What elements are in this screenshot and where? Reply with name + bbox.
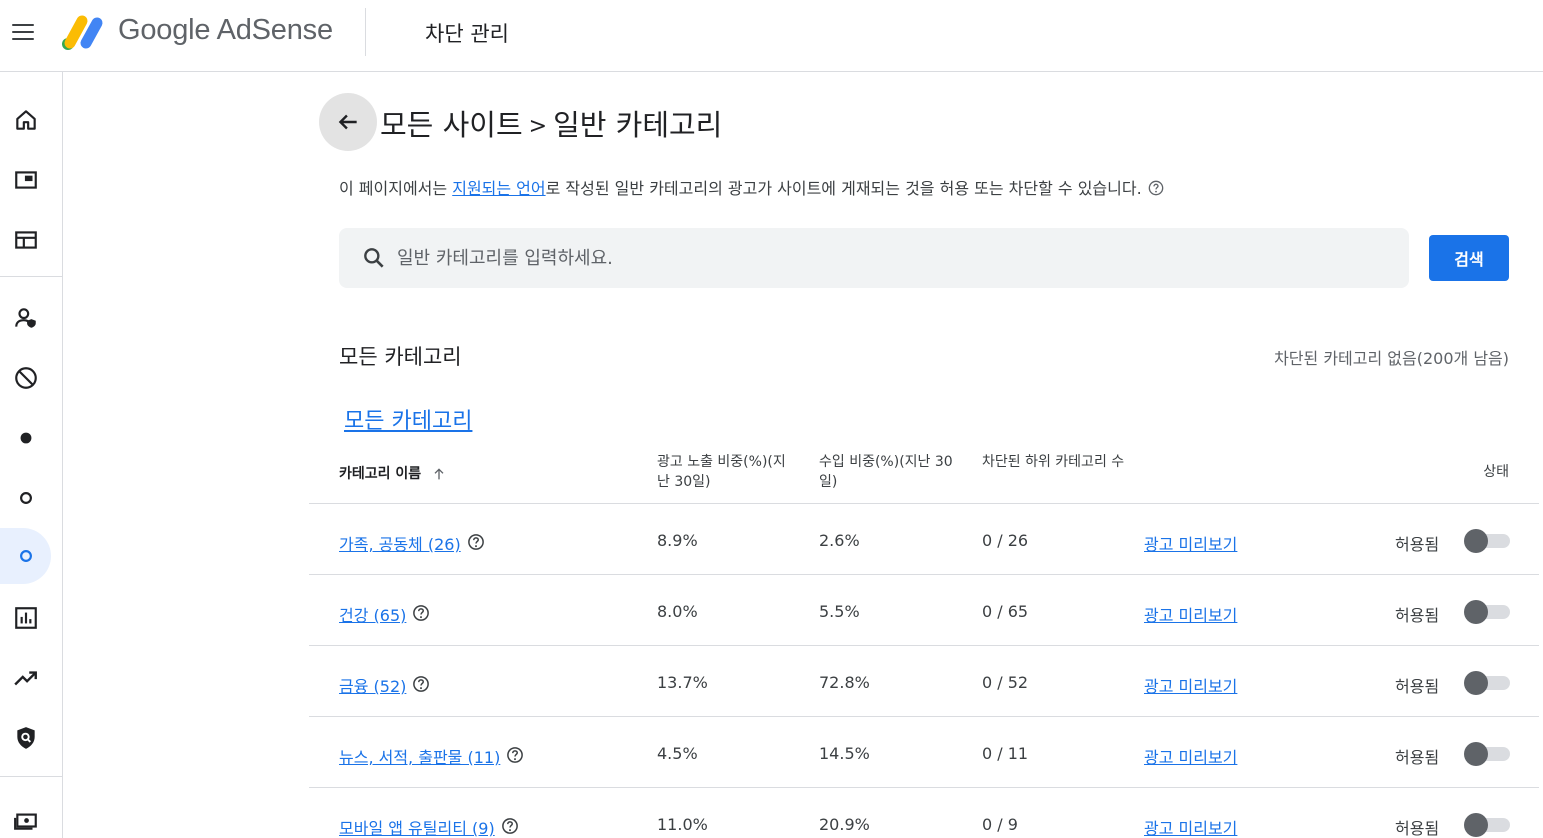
column-header-revenue: 수입 비중(%)(지난 30일) bbox=[819, 454, 953, 490]
all-categories-link[interactable]: 모든 카테고리 bbox=[344, 403, 472, 435]
category-name-link[interactable]: 모바일 앱 유틸리티 (9) bbox=[339, 815, 495, 838]
description-text: 이 페이지에서는 bbox=[339, 179, 453, 198]
status-label: 허용됨 bbox=[1395, 677, 1440, 696]
column-header-name[interactable]: 카테고리 이름 bbox=[339, 464, 447, 484]
column-header-name-label: 카테고리 이름 bbox=[339, 466, 422, 482]
revenue-share: 14.5% bbox=[819, 744, 870, 763]
dot-filled-icon[interactable] bbox=[0, 410, 51, 466]
category-search-input[interactable] bbox=[397, 238, 1387, 278]
blocked-subcategories: 0 / 26 bbox=[982, 531, 1029, 550]
sites-icon[interactable] bbox=[0, 212, 51, 268]
sidebar bbox=[0, 72, 63, 838]
impression-share: 8.0% bbox=[657, 602, 698, 621]
status-label: 허용됨 bbox=[1395, 748, 1440, 767]
help-icon[interactable] bbox=[506, 746, 524, 764]
revenue-share: 20.9% bbox=[819, 815, 870, 834]
category-name-link[interactable]: 금융 (52) bbox=[339, 673, 406, 697]
home-icon[interactable] bbox=[0, 92, 51, 148]
top-divider bbox=[365, 8, 366, 56]
ad-preview-link[interactable]: 광고 미리보기 bbox=[1144, 602, 1237, 626]
help-icon[interactable] bbox=[501, 817, 519, 835]
breadcrumb-root[interactable]: 모든 사이트 bbox=[380, 108, 523, 142]
ad-preview-link[interactable]: 광고 미리보기 bbox=[1144, 531, 1237, 555]
back-button[interactable] bbox=[319, 93, 377, 151]
column-header-status: 상태 bbox=[1483, 464, 1509, 480]
blocked-subcategories: 0 / 65 bbox=[982, 602, 1029, 621]
breadcrumb-separator: > bbox=[528, 114, 548, 139]
help-icon[interactable] bbox=[412, 675, 430, 693]
category-name-link[interactable]: 뉴스, 서적, 출판물 (11) bbox=[339, 744, 500, 768]
page-description: 이 페이지에서는 지원되는 언어로 작성된 일반 카테고리의 광고가 사이트에 … bbox=[339, 175, 1164, 199]
help-icon[interactable] bbox=[467, 533, 485, 551]
blocked-subcategories: 0 / 11 bbox=[982, 744, 1029, 763]
column-header-blocked: 차단된 하위 카테고리 수 bbox=[982, 454, 1125, 470]
reports-icon[interactable] bbox=[0, 590, 51, 646]
status-label: 허용됨 bbox=[1395, 606, 1440, 625]
sidebar-divider bbox=[0, 776, 62, 777]
revenue-share: 2.6% bbox=[819, 531, 860, 550]
impression-share: 8.9% bbox=[657, 531, 698, 550]
impression-share: 13.7% bbox=[657, 673, 708, 692]
impression-share: 4.5% bbox=[657, 744, 698, 763]
revenue-share: 72.8% bbox=[819, 673, 870, 692]
help-icon[interactable] bbox=[412, 604, 430, 622]
payments-icon[interactable] bbox=[0, 792, 51, 838]
search-icon bbox=[364, 248, 384, 268]
sort-ascending-icon bbox=[434, 468, 444, 480]
ad-preview-link[interactable]: 광고 미리보기 bbox=[1144, 673, 1237, 697]
blocked-subcategories: 0 / 52 bbox=[982, 673, 1029, 692]
optimization-icon[interactable] bbox=[0, 650, 51, 706]
ad-preview-link[interactable]: 광고 미리보기 bbox=[1144, 815, 1237, 838]
status-label: 허용됨 bbox=[1395, 535, 1440, 554]
policy-icon[interactable] bbox=[0, 710, 51, 766]
section-title: 차단 관리 bbox=[425, 22, 509, 46]
table-row: 가족, 공동체 (26) 8.9% 2.6% 0 / 26 광고 미리보기 허용됨 bbox=[309, 504, 1539, 574]
revenue-share: 5.5% bbox=[819, 602, 860, 621]
table-row: 뉴스, 서적, 출판물 (11) 4.5% 14.5% 0 / 11 광고 미리보기 허용… bbox=[309, 717, 1539, 787]
supported-languages-link[interactable]: 지원되는 언어 bbox=[452, 179, 545, 198]
block-icon[interactable] bbox=[0, 350, 51, 406]
help-icon[interactable] bbox=[1148, 180, 1164, 196]
dot-outline-active-icon[interactable] bbox=[0, 528, 51, 584]
category-name-link[interactable]: 가족, 공동체 (26) bbox=[339, 531, 461, 555]
blocked-subcategories: 0 / 9 bbox=[982, 815, 1018, 834]
page-title: 모든 사이트 > 일반 카테고리 bbox=[380, 102, 722, 144]
impression-share: 11.0% bbox=[657, 815, 708, 834]
description-text-rest: 로 작성된 일반 카테고리의 광고가 사이트에 게재되는 것을 허용 또는 차단… bbox=[545, 179, 1142, 198]
search-button[interactable]: 검색 bbox=[1429, 235, 1509, 281]
search-box bbox=[339, 228, 1409, 288]
block-toggle[interactable] bbox=[1464, 599, 1510, 624]
arrow-back-icon bbox=[338, 114, 357, 130]
privacy-icon[interactable] bbox=[0, 290, 51, 346]
category-name-link[interactable]: 건강 (65) bbox=[339, 602, 406, 626]
brand-name: Google AdSense bbox=[118, 14, 333, 46]
sidebar-divider bbox=[0, 276, 62, 277]
all-categories-heading: 모든 카테고리 bbox=[339, 345, 462, 369]
table-row: 모바일 앱 유틸리티 (9) 11.0% 20.9% 0 / 9 광고 미리보기 허용됨 bbox=[309, 788, 1539, 838]
ad-preview-link[interactable]: 광고 미리보기 bbox=[1144, 744, 1237, 768]
breadcrumb-current: 일반 카테고리 bbox=[553, 108, 723, 142]
adsense-logo-icon bbox=[62, 15, 103, 50]
block-toggle[interactable] bbox=[1464, 528, 1510, 553]
block-toggle[interactable] bbox=[1464, 670, 1510, 695]
blocked-status-summary: 차단된 카테고리 없음(200개 남음) bbox=[1274, 349, 1509, 368]
block-toggle[interactable] bbox=[1464, 812, 1510, 837]
table-row: 금융 (52) 13.7% 72.8% 0 / 52 광고 미리보기 허용됨 bbox=[309, 646, 1539, 716]
block-toggle[interactable] bbox=[1464, 741, 1510, 766]
main-menu-icon[interactable] bbox=[10, 20, 36, 46]
table-row: 건강 (65) 8.0% 5.5% 0 / 65 광고 미리보기 허용됨 bbox=[309, 575, 1539, 645]
status-label: 허용됨 bbox=[1395, 819, 1440, 838]
dot-outline-icon[interactable] bbox=[0, 470, 51, 526]
top-app-bar: Google AdSense 차단 관리 bbox=[0, 0, 1543, 72]
ad-unit-icon[interactable] bbox=[0, 152, 51, 208]
column-header-impressions: 광고 노출 비중(%)(지난 30일) bbox=[657, 454, 786, 490]
